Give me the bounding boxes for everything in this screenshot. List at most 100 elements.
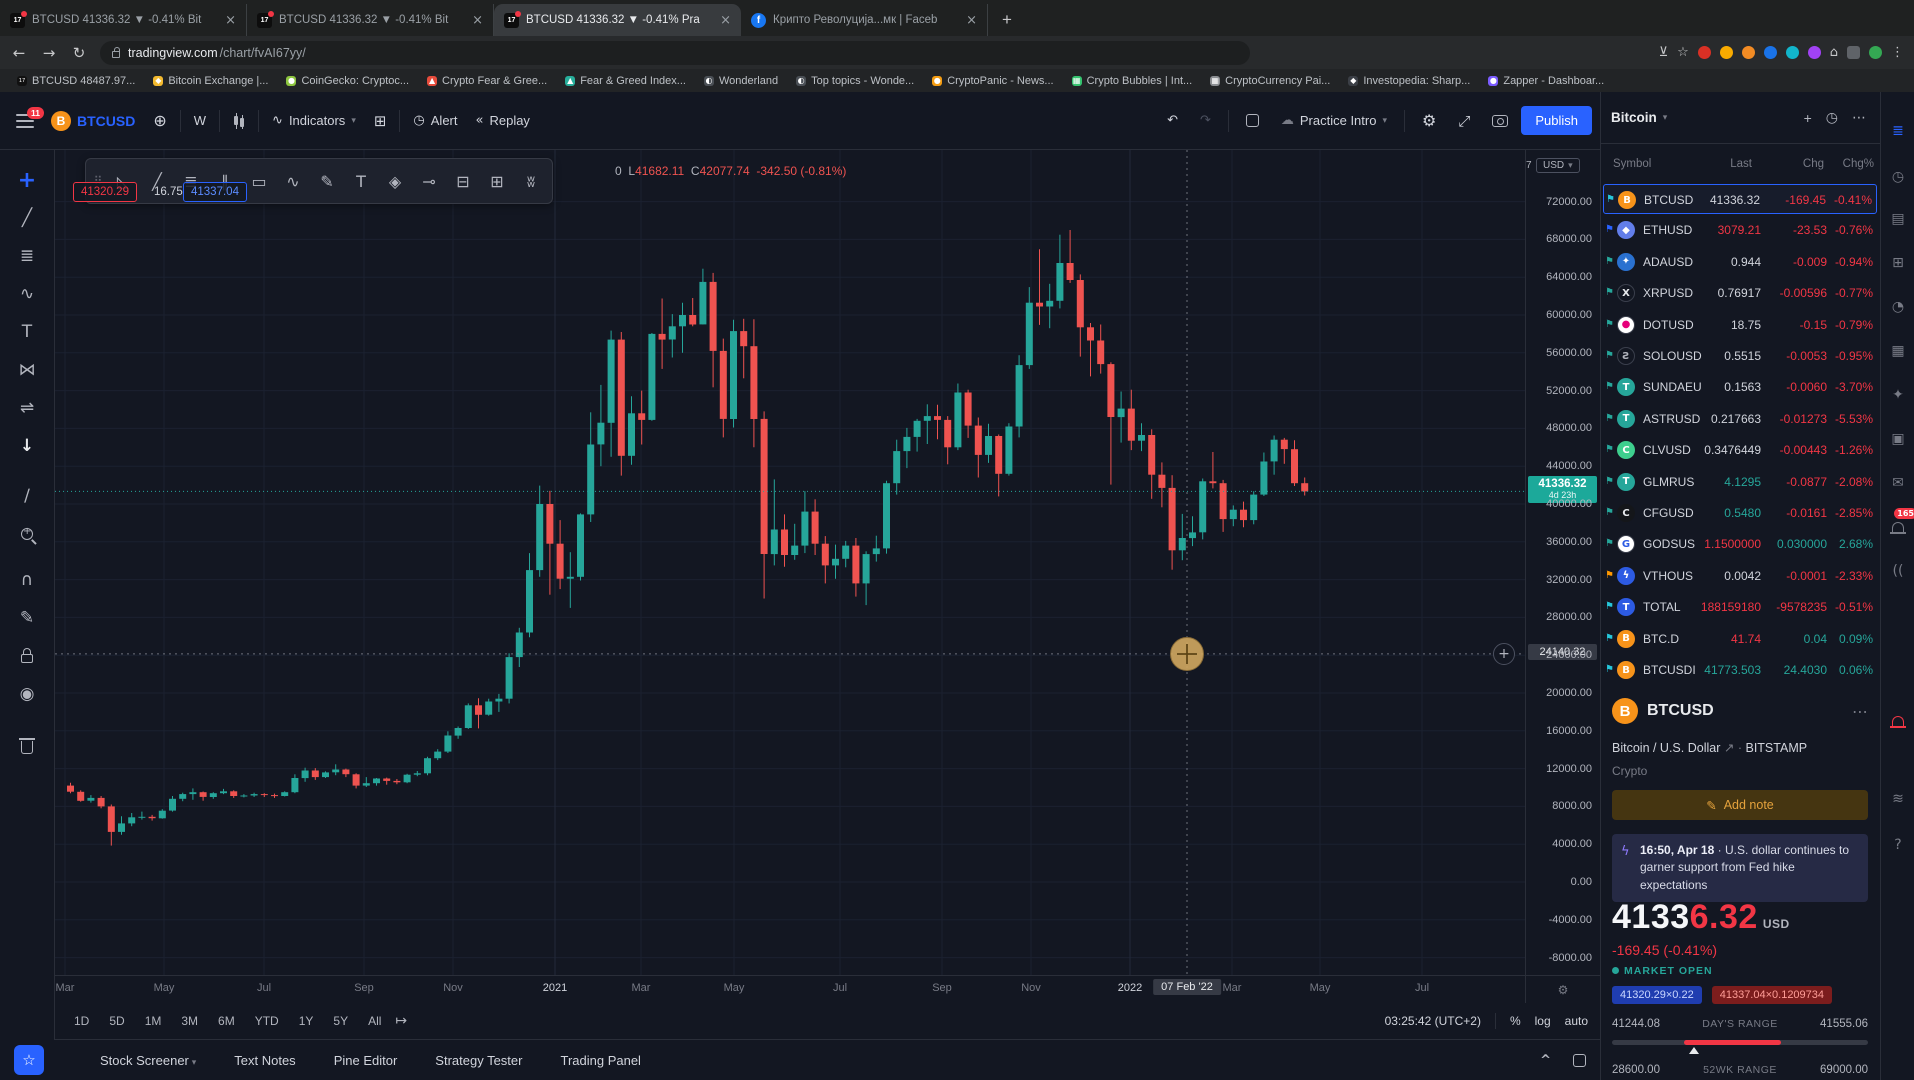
bookmark-item[interactable]: ▦ Crypto Bubbles | Int... xyxy=(1065,73,1200,89)
ask-chip[interactable]: 41337.04×0.1209734 xyxy=(1711,986,1833,1004)
bookmark-item[interactable]: 17 BTCUSD 48487.97... xyxy=(10,73,142,89)
bookmark-item[interactable]: ◐ Wonderland xyxy=(697,73,785,89)
indicators-button[interactable]: ∿ Indicators ▾ xyxy=(263,107,365,134)
data-window-icon[interactable]: ⊞ xyxy=(1885,250,1911,276)
browser-tab[interactable]: 17 BTCUSD 41336.32 ▼ -0.41% Bit × xyxy=(0,4,247,36)
percent-scale-button[interactable]: % xyxy=(1510,1014,1521,1028)
trend-line-tool[interactable]: ╱ xyxy=(11,202,43,234)
projection-tool[interactable]: ⇌ xyxy=(11,392,43,424)
chat-icon[interactable]: ✉ xyxy=(1885,470,1911,496)
time-axis[interactable]: 07 Feb '22 Mar May Jul Sep Nov 2021 Mar May Jul S… xyxy=(55,975,1525,1003)
replay-button[interactable]: « Replay xyxy=(467,107,539,134)
measure-tool[interactable]: ∕ xyxy=(11,480,43,512)
price-range-icon[interactable]: ◈ xyxy=(378,162,412,200)
crosshair-tool[interactable]: + xyxy=(11,164,43,196)
bookmark-item[interactable]: ● CryptoPanic - News... xyxy=(925,73,1060,89)
extension-purple[interactable] xyxy=(1807,46,1821,59)
watchlist-row-ethusd[interactable]: ⚑ ◆ ETHUSD 3079.21 -23.53 -0.76% xyxy=(1603,215,1877,245)
col-last[interactable]: Last xyxy=(1730,158,1752,170)
lock-drawings-tool[interactable] xyxy=(11,640,43,672)
fib-retracement-tool[interactable]: ≣ xyxy=(11,240,43,272)
back-icon[interactable]: ← xyxy=(10,44,28,62)
flag-icon[interactable]: ⚑ xyxy=(1605,476,1614,487)
range-ytd-button[interactable]: YTD xyxy=(248,1010,286,1032)
extension-blue[interactable] xyxy=(1763,46,1777,59)
hamburger-menu-icon[interactable]: 11 xyxy=(16,106,44,128)
bookmark-item[interactable]: ▦ CryptoCurrency Pai... xyxy=(1203,73,1337,89)
short-position-icon[interactable]: ⊞ xyxy=(480,162,514,200)
menu-dots-icon[interactable]: ⋮ xyxy=(1891,45,1904,60)
brush-icon[interactable]: ✎ xyxy=(310,162,344,200)
bookmark-item[interactable]: ▲ Crypto Fear & Gree... xyxy=(420,73,554,89)
add-note-button[interactable]: ✎ Add note xyxy=(1612,790,1868,820)
bookmark-item[interactable]: ◐ Top topics - Wonde... xyxy=(789,73,921,89)
hotlists-icon[interactable]: ◔ xyxy=(1885,294,1911,320)
interval-button[interactable]: W xyxy=(185,107,215,134)
watchlist-row-vthous[interactable]: ⚑ ϟ VTHOUS 0.0042 -0.0001 -2.33% xyxy=(1603,561,1877,591)
markets-icon[interactable]: ≋ xyxy=(1885,786,1911,812)
watchlist-more-icon[interactable]: ⋯ xyxy=(1848,110,1870,126)
news-headlines-icon[interactable]: ▤ xyxy=(1885,206,1911,232)
rectangle-icon[interactable]: ▭ xyxy=(242,162,276,200)
flag-icon[interactable]: ⚑ xyxy=(1605,413,1614,424)
date-range-icon[interactable]: ⊸ xyxy=(412,162,446,200)
flag-icon[interactable]: ⚑ xyxy=(1605,381,1614,392)
snapshot-button[interactable] xyxy=(1483,109,1517,133)
live-alerts-icon[interactable] xyxy=(1885,708,1911,734)
watchlist-row-dotusd[interactable]: ⚑ ● DOTUSD 18.75 -0.15 -0.79% xyxy=(1603,310,1877,340)
range-all-button[interactable]: All xyxy=(361,1010,388,1032)
range-5y-button[interactable]: 5Y xyxy=(326,1010,355,1032)
bookmark-item[interactable]: ● Zapper - Dashboar... xyxy=(1481,73,1611,89)
publish-button[interactable]: Publish xyxy=(1521,106,1592,135)
extension-grey[interactable] xyxy=(1847,46,1860,59)
col-chg[interactable]: Chg xyxy=(1803,158,1824,170)
extension-teal[interactable] xyxy=(1785,46,1799,59)
maximize-panel-icon[interactable] xyxy=(1573,1053,1586,1067)
symbol-button[interactable]: B BTCUSD xyxy=(42,105,144,137)
bid-chip[interactable]: 41320.29×0.22 xyxy=(1612,986,1702,1004)
extension-yellow[interactable] xyxy=(1719,46,1733,59)
col-symbol[interactable]: Symbol xyxy=(1613,158,1651,170)
favorites-star-button[interactable]: ☆ xyxy=(14,1045,44,1075)
log-scale-button[interactable]: log xyxy=(1535,1014,1551,1028)
watchlist-title[interactable]: Bitcoin xyxy=(1611,110,1657,125)
hide-drawings-tool[interactable]: ◉ xyxy=(11,678,43,710)
range-1d-button[interactable]: 1D xyxy=(67,1010,96,1032)
long-position-icon[interactable]: ⊟ xyxy=(446,162,480,200)
browser-tab[interactable]: 17 BTCUSD 41336.32 ▼ -0.41% Pra × xyxy=(494,4,741,36)
buy-price-label[interactable]: 41337.04 xyxy=(183,182,247,202)
layout-select-button[interactable] xyxy=(1237,108,1268,133)
profile-avatar[interactable] xyxy=(1869,46,1882,59)
url-bar[interactable]: tradingview.com/chart/fvAI67yy/ xyxy=(100,40,1250,65)
text-tool[interactable]: T xyxy=(11,316,43,348)
sell-price-label[interactable]: 41320.29 xyxy=(73,182,137,202)
chart-settings-button[interactable]: ⚙ xyxy=(1413,105,1445,136)
help-icon[interactable]: ? xyxy=(1885,832,1911,858)
tab-stock-screener[interactable]: Stock Screener ▾ xyxy=(100,1053,196,1068)
flag-icon[interactable]: ⚑ xyxy=(1605,664,1614,675)
tab-strategy-tester[interactable]: Strategy Tester xyxy=(435,1053,522,1068)
alert-button[interactable]: ◷ Alert xyxy=(404,107,466,134)
flag-icon[interactable]: ⚑ xyxy=(1605,319,1614,330)
streams-icon[interactable]: (( xyxy=(1885,558,1911,584)
remove-drawings-tool[interactable] xyxy=(11,730,43,762)
auto-scale-button[interactable]: auto xyxy=(1565,1014,1588,1028)
notifications-bell-icon[interactable]: 165 xyxy=(1885,508,1914,540)
chart-plot-area[interactable]: ⠿ ◺ ╱ ≣ ∥ ▭ ∿ ✎ T ◈ ⊸ ⊟ ⊞ ʬ 0 L41682.11 C42077.74 -34… xyxy=(55,150,1525,975)
price-axis[interactable]: 7 USD ▾ 41336.32 4d 23h 24140.32 72000.00… xyxy=(1525,150,1600,1003)
range-6m-button[interactable]: 6M xyxy=(211,1010,242,1032)
watchlist-row-btcusd[interactable]: ⚑ B BTCUSD 41336.32 -169.45 -0.41% xyxy=(1603,184,1877,214)
curve-icon[interactable]: ∿ xyxy=(276,162,310,200)
tab-close-icon[interactable]: × xyxy=(718,13,733,28)
clock-label[interactable]: 03:25:42 (UTC+2) xyxy=(1385,1014,1481,1028)
range-1y-button[interactable]: 1Y xyxy=(292,1010,321,1032)
redo-button[interactable]: ↷ xyxy=(1191,107,1220,134)
tab-close-icon[interactable]: × xyxy=(223,13,238,28)
watchlist-row-solousd[interactable]: ⚑ Ƨ SOLOUSD 0.5515 -0.0053 -0.95% xyxy=(1603,341,1877,371)
watchlist-panel-icon[interactable]: ≣ xyxy=(1885,118,1911,144)
bookmark-item[interactable]: ◆ Investopedia: Sharp... xyxy=(1341,73,1477,89)
tab-close-icon[interactable]: × xyxy=(470,13,485,28)
external-link-icon[interactable]: ↗ xyxy=(1724,740,1734,755)
range-5d-button[interactable]: 5D xyxy=(102,1010,131,1032)
bookmark-item[interactable]: ◆ Bitcoin Exchange |... xyxy=(146,73,275,89)
